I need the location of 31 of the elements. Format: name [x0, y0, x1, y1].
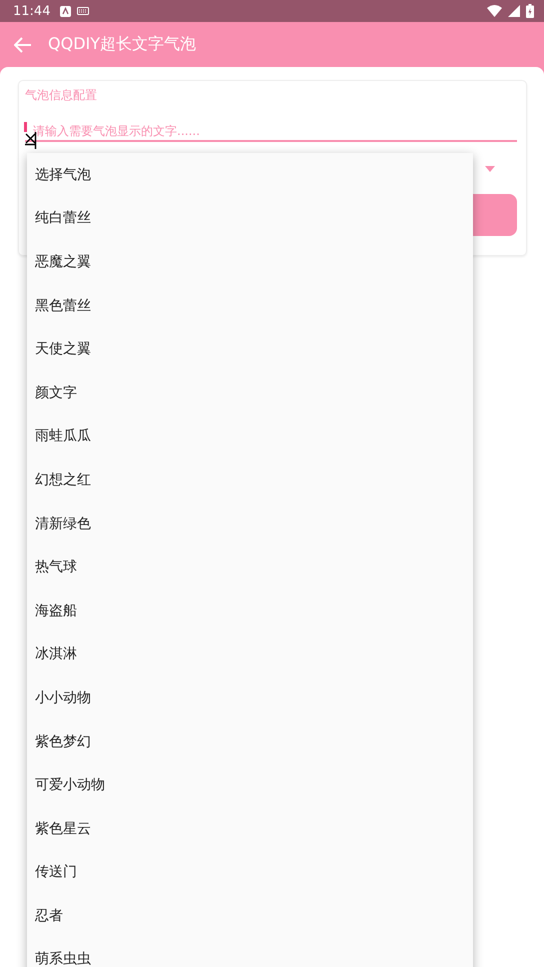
dropdown-item[interactable]: 紫色星云	[27, 806, 473, 850]
dropdown-item[interactable]: 忍者	[27, 894, 473, 938]
back-button[interactable]	[12, 34, 34, 54]
dropdown-item[interactable]: 幻想之红	[27, 458, 473, 502]
dropdown-item[interactable]: 紫色梦幻	[27, 720, 473, 764]
dropdown-item[interactable]: 天使之翼	[27, 327, 473, 371]
wifi-icon	[487, 5, 502, 17]
dropdown-item[interactable]: 雨蛙瓜瓜	[27, 414, 473, 458]
dropdown-item[interactable]: 海盗船	[27, 588, 473, 633]
dropdown-item[interactable]: 热气球	[27, 545, 473, 589]
dropdown-item[interactable]: 清新绿色	[27, 502, 473, 546]
dropdown-item[interactable]: 颜文字	[27, 370, 473, 415]
dropdown-item[interactable]: 黑色蕾丝	[27, 284, 473, 328]
dropdown-caret-icon[interactable]	[485, 166, 495, 172]
dropdown-item[interactable]: 可爱小动物	[27, 763, 473, 807]
battery-icon	[526, 4, 534, 18]
dropdown-item[interactable]: 小小动物	[27, 676, 473, 720]
keyboard-icon	[77, 7, 90, 15]
dropdown-item[interactable]: 萌系虫虫	[27, 938, 473, 967]
dropdown-item[interactable]: 恶魔之翼	[27, 240, 473, 284]
status-time: 11:44	[13, 4, 50, 18]
dropdown-item[interactable]: 选择气泡	[27, 153, 473, 197]
card-title: 气泡信息配置	[25, 87, 98, 104]
back-arrow-icon	[14, 36, 32, 52]
app-title: QQDIY超长文字气泡	[48, 34, 196, 55]
dropdown-item[interactable]: 冰淇淋	[27, 632, 473, 676]
notification-icon	[60, 6, 72, 16]
dropdown-item[interactable]: 纯白蕾丝	[27, 196, 473, 240]
text-caret-icon	[24, 122, 27, 132]
dropdown-item[interactable]: 传送门	[27, 850, 473, 894]
signal-icon	[508, 5, 520, 17]
